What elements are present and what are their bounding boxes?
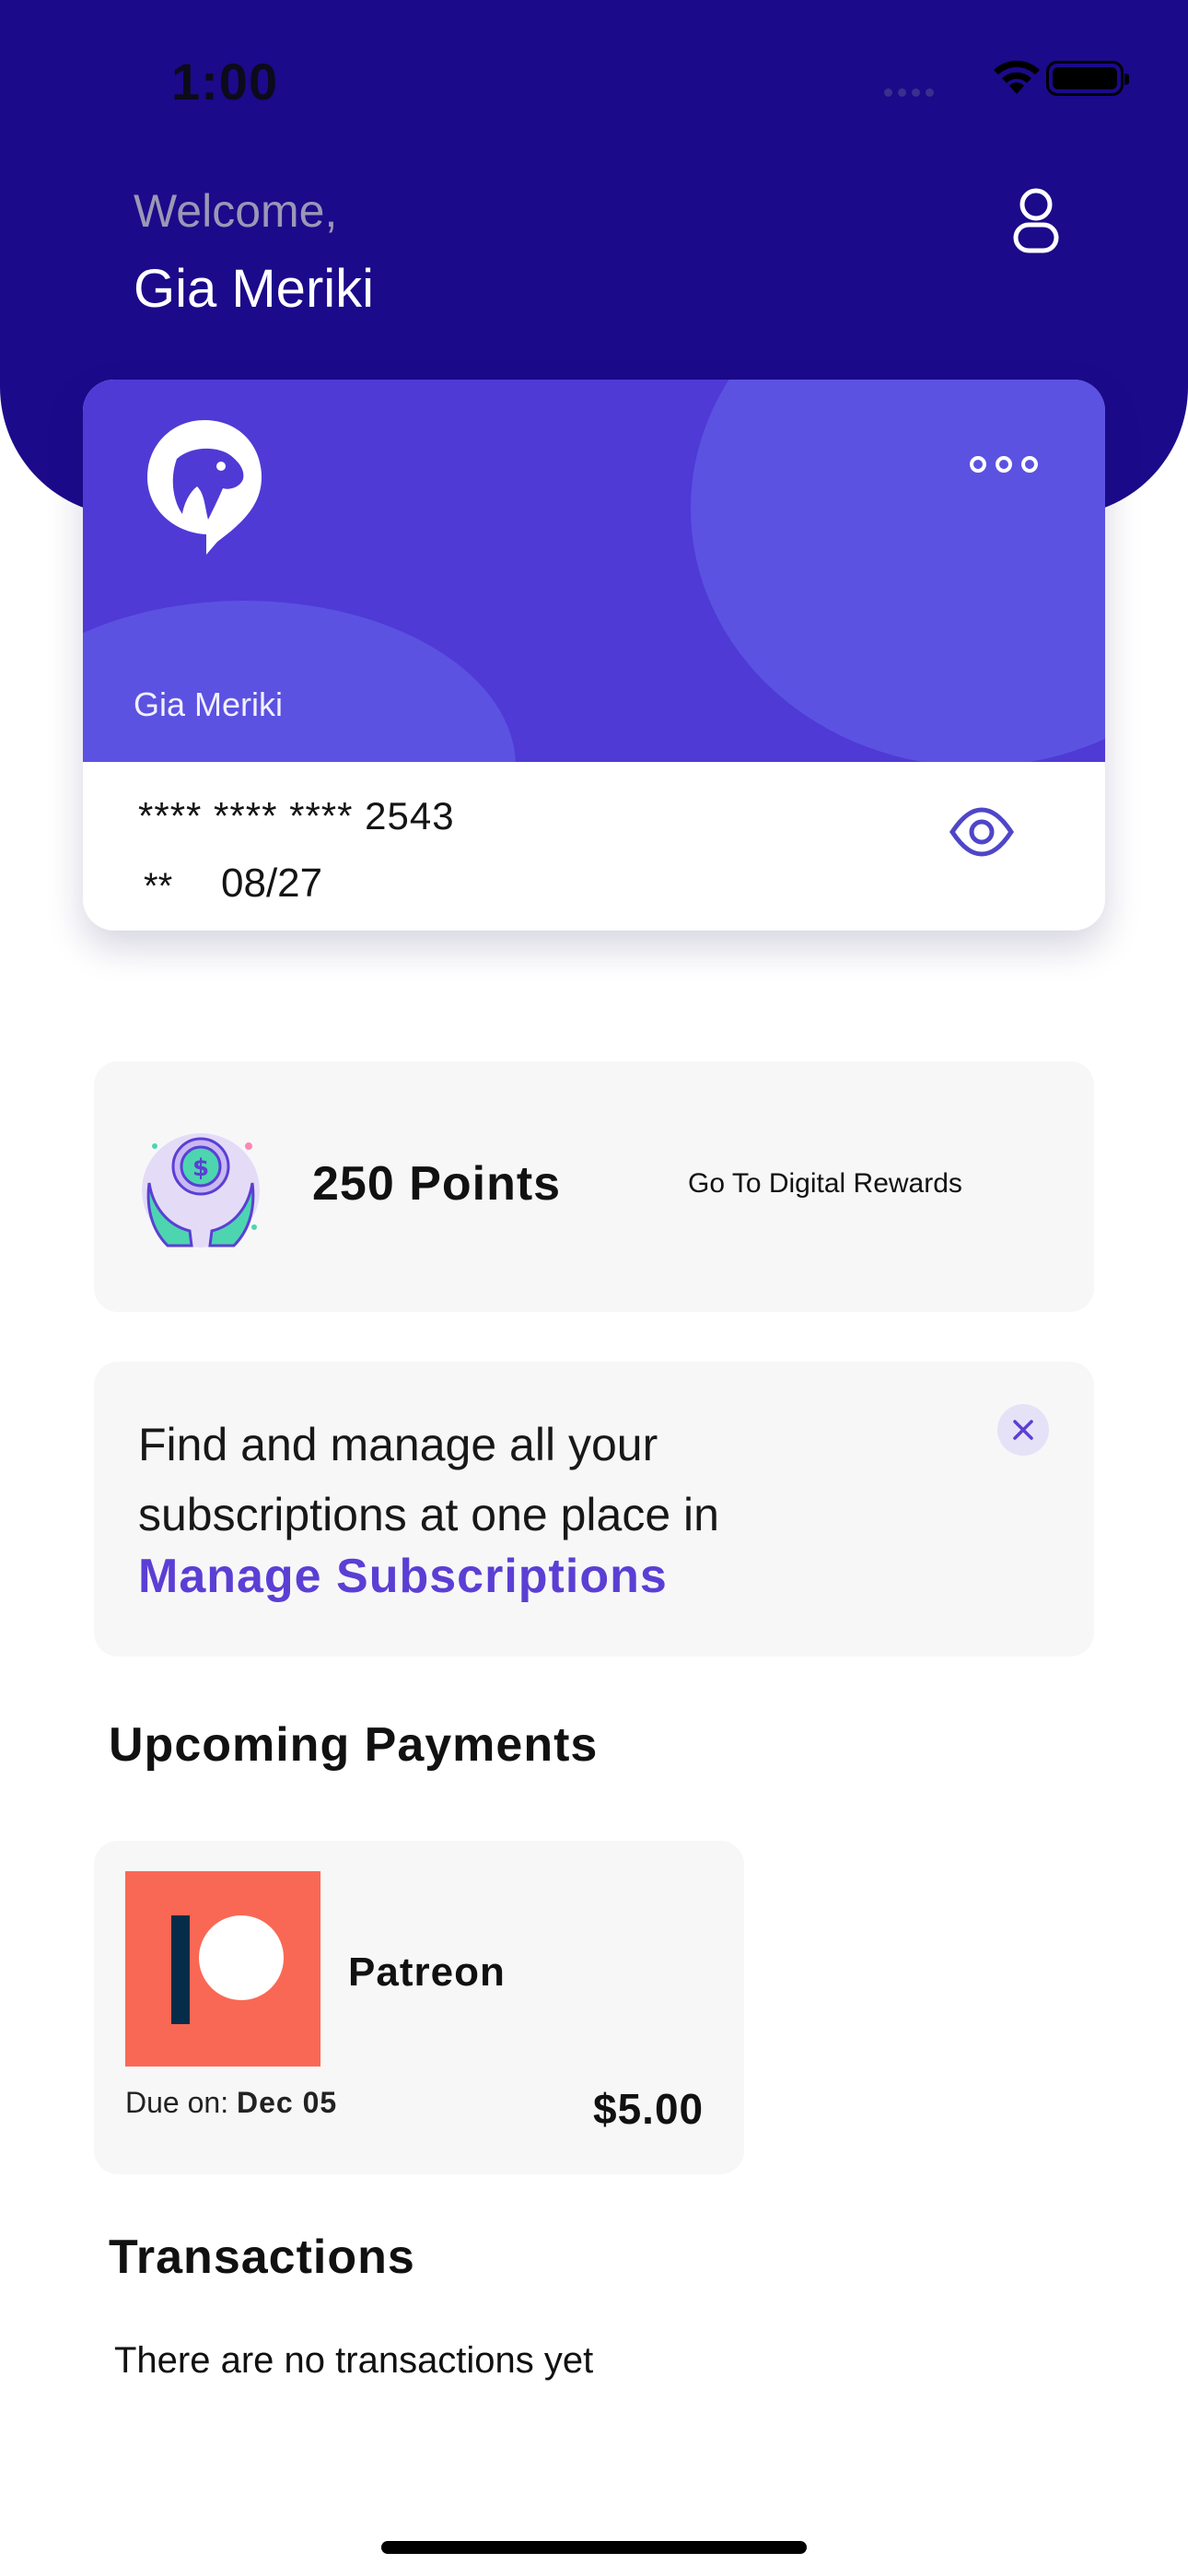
money-hands-icon: $	[136, 1118, 274, 1257]
more-dots-icon	[970, 456, 1038, 473]
status-time: 1:00	[171, 53, 279, 111]
battery-icon	[1046, 61, 1129, 96]
close-banner-button[interactable]	[997, 1404, 1049, 1456]
payment-card[interactable]: Gia Meriki **** **** **** 2543 ** 08/27	[83, 380, 1105, 931]
card-holder-name: Gia Meriki	[134, 685, 284, 723]
payment-amount: $5.00	[593, 2085, 705, 2133]
wifi-icon	[994, 60, 1040, 94]
card-decoration	[83, 601, 516, 762]
payment-due: Due on: Dec 05	[125, 2086, 337, 2120]
due-label: Due on:	[125, 2086, 229, 2119]
home-indicator[interactable]	[381, 2541, 807, 2554]
upcoming-payments-title: Upcoming Payments	[109, 1718, 599, 1772]
card-number: **** **** **** 2543	[138, 794, 455, 837]
profile-button[interactable]	[1004, 184, 1068, 258]
transactions-title: Transactions	[109, 2231, 415, 2284]
signal-dots-icon	[884, 85, 954, 97]
reveal-card-button[interactable]	[949, 799, 1015, 865]
card-expiry: 08/27	[221, 861, 323, 906]
user-icon	[1013, 188, 1059, 253]
card-face: Gia Meriki	[83, 380, 1105, 762]
eye-icon	[949, 807, 1015, 857]
svg-text:$: $	[192, 1154, 209, 1182]
digital-rewards-link[interactable]: Go To Digital Rewards	[688, 1168, 962, 1200]
points-balance: 250 Points	[312, 1157, 562, 1211]
card-cvv: **	[144, 866, 173, 907]
manage-subscriptions-link[interactable]: Manage Subscriptions	[138, 1549, 668, 1604]
status-icons	[884, 57, 1129, 98]
no-transactions-text: There are no transactions yet	[114, 2340, 594, 2381]
dog-logo-icon	[140, 413, 269, 560]
rewards-panel[interactable]: $ 250 Points Go To Digital Rewards	[94, 1061, 1094, 1312]
close-icon	[1013, 1420, 1033, 1440]
subscriptions-banner: Find and manage all your subscriptions a…	[94, 1362, 1094, 1657]
payment-card-patreon[interactable]: Patreon Due on: Dec 05 $5.00	[94, 1841, 744, 2174]
card-decoration	[691, 380, 1105, 762]
card-menu-button[interactable]	[967, 453, 1041, 475]
subscriptions-text: Find and manage all your subscriptions a…	[138, 1419, 719, 1540]
user-name: Gia Meriki	[134, 259, 375, 319]
patreon-logo	[125, 1871, 320, 2067]
payment-name: Patreon	[348, 1950, 506, 1995]
due-date: Dec 05	[236, 2086, 338, 2119]
welcome-text: Welcome,	[134, 185, 338, 237]
